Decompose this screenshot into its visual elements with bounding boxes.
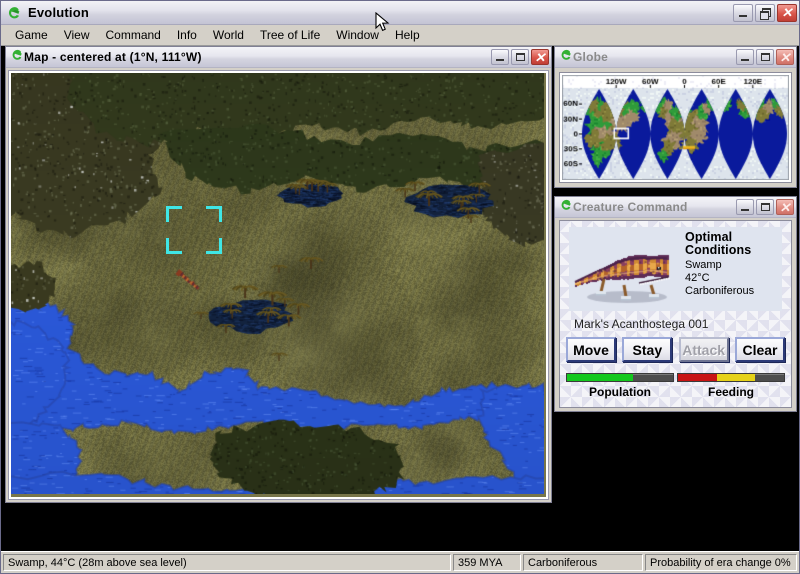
close-icon[interactable]: ✕ bbox=[776, 199, 794, 215]
menubar: Game View Command Info World Tree of Lif… bbox=[1, 25, 799, 46]
stay-button[interactable]: Stay bbox=[622, 337, 673, 362]
minimize-icon[interactable] bbox=[736, 49, 754, 65]
statusbar: Swamp, 44°C (28m above sea level) 359 MY… bbox=[1, 551, 799, 573]
creature-name-label: Mark's Acanthostega 001 bbox=[574, 317, 709, 331]
restore-icon[interactable] bbox=[755, 3, 775, 22]
creature-command-window-title: Creature Command bbox=[573, 200, 688, 214]
maximize-icon[interactable] bbox=[756, 199, 774, 215]
creature-portrait bbox=[569, 227, 681, 311]
maximize-icon[interactable] bbox=[511, 49, 529, 65]
globe-body bbox=[555, 68, 796, 187]
application-window: Evolution ✕ Game View Command Info World… bbox=[0, 0, 800, 574]
map-body bbox=[6, 68, 551, 502]
evolution-app-icon bbox=[559, 198, 573, 217]
mdi-client-area: Map - centered at (1°N, 111°W) ✕ Globe ✕… bbox=[1, 46, 799, 551]
condition-temperature: 42°C bbox=[685, 272, 710, 284]
globe-window-controls: ✕ bbox=[736, 49, 794, 65]
meter-segment bbox=[678, 374, 718, 381]
creature-command-titlebar[interactable]: Creature Command ✕ bbox=[555, 197, 796, 218]
map-viewport[interactable] bbox=[8, 70, 549, 500]
meter-segment bbox=[717, 374, 756, 381]
optimal-conditions-list: Optimal Conditions Swamp 42°C Carbonifer… bbox=[681, 227, 782, 311]
optimal-conditions-heading: Optimal Conditions bbox=[685, 230, 752, 257]
evolution-app-icon bbox=[559, 48, 573, 67]
map-titlebar[interactable]: Map - centered at (1°N, 111°W) ✕ bbox=[6, 47, 551, 68]
menu-item-help[interactable]: Help bbox=[387, 26, 428, 44]
move-button[interactable]: Move bbox=[566, 337, 616, 362]
meter-segment bbox=[567, 374, 633, 381]
evolution-app-icon bbox=[5, 4, 22, 21]
population-meter: Population bbox=[566, 373, 674, 399]
globe-map-frame[interactable] bbox=[559, 72, 792, 183]
menu-item-tree-of-life[interactable]: Tree of Life bbox=[252, 26, 328, 44]
creature-info-card: Optimal Conditions Swamp 42°C Carbonifer… bbox=[569, 227, 782, 311]
menu-item-info[interactable]: Info bbox=[169, 26, 205, 44]
main-titlebar: Evolution ✕ bbox=[1, 1, 799, 25]
menu-item-view[interactable]: View bbox=[56, 26, 98, 44]
close-icon[interactable]: ✕ bbox=[776, 49, 794, 65]
map-terrain-canvas[interactable] bbox=[11, 73, 544, 494]
close-icon[interactable]: ✕ bbox=[777, 3, 797, 22]
creature-command-window-controls: ✕ bbox=[736, 199, 794, 215]
main-window-controls: ✕ bbox=[733, 3, 797, 22]
condition-habitat: Swamp bbox=[685, 259, 722, 271]
creature-command-body: Optimal Conditions Swamp 42°C Carbonifer… bbox=[555, 218, 796, 411]
clear-button[interactable]: Clear bbox=[734, 337, 785, 362]
menu-item-command[interactable]: Command bbox=[97, 26, 168, 44]
map-window: Map - centered at (1°N, 111°W) ✕ bbox=[5, 46, 552, 503]
status-terrain: Swamp, 44°C (28m above sea level) bbox=[3, 554, 451, 571]
population-meter-track bbox=[566, 373, 674, 382]
attack-button: Attack bbox=[678, 337, 729, 362]
menu-item-window[interactable]: Window bbox=[328, 26, 387, 44]
condition-era: Carboniferous bbox=[685, 285, 755, 297]
minimize-icon[interactable] bbox=[491, 49, 509, 65]
minimize-icon[interactable] bbox=[736, 199, 754, 215]
menu-item-world[interactable]: World bbox=[205, 26, 252, 44]
creature-meters: Population Feeding bbox=[566, 373, 785, 399]
menu-item-game[interactable]: Game bbox=[7, 26, 56, 44]
creature-command-window: Creature Command ✕ Optimal Conditions Sw… bbox=[554, 196, 797, 412]
map-window-title: Map - centered at (1°N, 111°W) bbox=[24, 50, 202, 64]
feeding-meter-track bbox=[677, 373, 785, 382]
map-window-controls: ✕ bbox=[491, 49, 549, 65]
maximize-icon[interactable] bbox=[756, 49, 774, 65]
creature-command-buttons: Move Stay Attack Clear bbox=[566, 337, 785, 362]
status-mya: 359 MYA bbox=[453, 554, 521, 571]
status-era-change-probability: Probability of era change 0% bbox=[645, 554, 797, 571]
close-icon[interactable]: ✕ bbox=[531, 49, 549, 65]
globe-window-title: Globe bbox=[573, 50, 609, 64]
globe-titlebar[interactable]: Globe ✕ bbox=[555, 47, 796, 68]
population-meter-label: Population bbox=[589, 385, 651, 399]
status-era: Carboniferous bbox=[523, 554, 643, 571]
main-window-title: Evolution bbox=[28, 5, 90, 20]
globe-window: Globe ✕ bbox=[554, 46, 797, 188]
minimize-icon[interactable] bbox=[733, 3, 753, 22]
feeding-meter: Feeding bbox=[677, 373, 785, 399]
feeding-meter-label: Feeding bbox=[707, 385, 754, 399]
evolution-app-icon bbox=[10, 48, 24, 67]
globe-projection-canvas[interactable] bbox=[562, 75, 789, 180]
